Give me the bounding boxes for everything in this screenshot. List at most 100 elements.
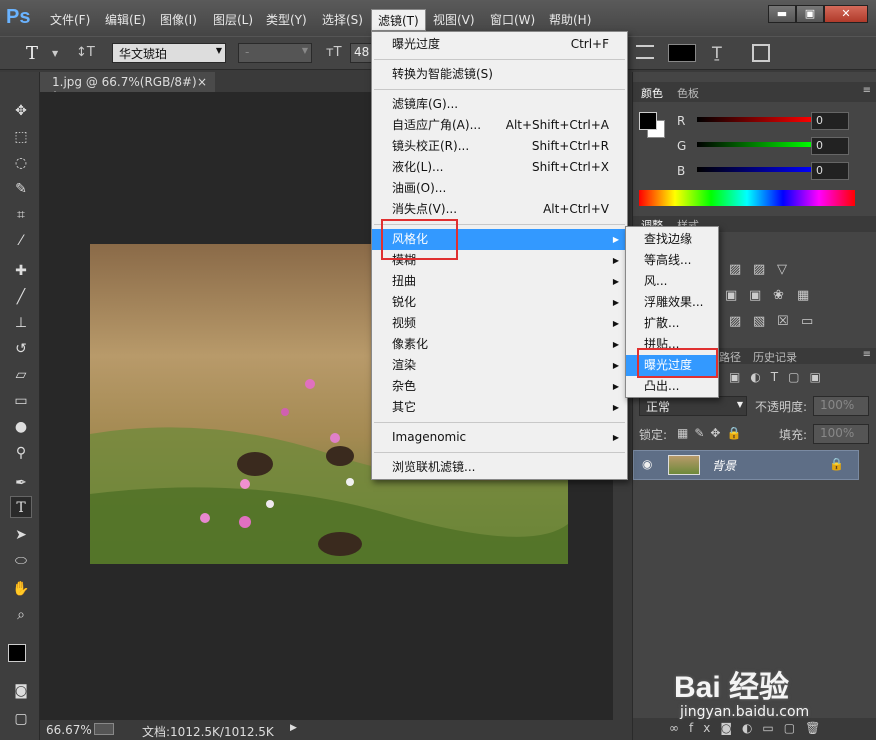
foreground-color-swatch[interactable] xyxy=(8,644,26,662)
move-tool-icon[interactable]: ✥ xyxy=(10,100,32,122)
filter-menu-item[interactable]: 像素化 ▶ xyxy=(372,334,627,355)
status-info-icon[interactable] xyxy=(94,723,114,735)
fill-input[interactable]: 100% xyxy=(813,424,869,444)
tab-color[interactable]: 颜色 xyxy=(641,85,663,101)
filter-menu-item[interactable]: 镜头校正(R)... Shift+Ctrl+R xyxy=(372,136,627,157)
character-panel-icon[interactable] xyxy=(752,44,770,62)
blur-tool-icon[interactable]: ● xyxy=(10,416,32,438)
font-style-select[interactable]: - ▼ xyxy=(238,43,312,63)
brush-tool-icon[interactable]: ╱ xyxy=(10,286,32,308)
slider-red[interactable]: R 0 xyxy=(641,112,873,134)
color-spectrum-ramp[interactable] xyxy=(639,190,855,206)
ellipse-tool-icon[interactable]: ⬭ xyxy=(10,550,32,572)
quick-select-tool-icon[interactable]: ✎ xyxy=(10,178,32,200)
filter-menu-item[interactable]: 液化(L)... Shift+Ctrl+X xyxy=(372,157,627,178)
slider-blue[interactable]: B 0 xyxy=(641,162,873,184)
menu-type[interactable]: 类型(Y) xyxy=(266,11,307,28)
blend-mode-select[interactable]: 正常 ▼ xyxy=(639,396,747,416)
layers-footer-icons[interactable]: ∞fx◙◐▭▢🗑 xyxy=(633,718,876,740)
levels-icon[interactable]: ▨ xyxy=(729,262,741,277)
channel-mixer-icon[interactable]: ❀ xyxy=(773,288,784,303)
healing-brush-tool-icon[interactable]: ✚ xyxy=(10,260,32,282)
layer-filter-icons[interactable]: ▣◐T▢▣ xyxy=(729,370,869,386)
invert-icon[interactable]: ▨ xyxy=(729,314,741,329)
color-balance-icon[interactable]: ▣ xyxy=(725,288,737,303)
color-lookup-icon[interactable]: ▦ xyxy=(797,288,809,303)
menu-window[interactable]: 窗口(W) xyxy=(490,11,535,28)
menu-select[interactable]: 选择(S) xyxy=(322,11,363,28)
tab-swatches[interactable]: 色板 xyxy=(677,85,699,101)
gradient-tool-icon[interactable]: ▭ xyxy=(10,390,32,412)
screen-mode-icon[interactable]: ▢ xyxy=(10,708,32,730)
eyedropper-tool-icon[interactable]: ⁄ xyxy=(10,230,32,252)
filter-menu-item[interactable]: 曝光过度 Ctrl+F xyxy=(372,34,627,55)
tab-paths[interactable]: 路径 xyxy=(719,349,741,365)
layer-name[interactable]: 背景 xyxy=(712,457,736,474)
align-icon[interactable] xyxy=(636,45,654,59)
close-tab-icon[interactable]: × xyxy=(197,75,207,89)
menu-file[interactable]: 文件(F) xyxy=(50,11,90,28)
filter-menu-item[interactable]: 油画(O)... xyxy=(372,178,627,199)
menu-image[interactable]: 图像(I) xyxy=(160,11,197,28)
curves-icon[interactable]: ▨ xyxy=(753,262,765,277)
type-tool-icon[interactable]: T xyxy=(26,43,38,64)
red-gradient[interactable] xyxy=(697,117,813,122)
marquee-tool-icon[interactable]: ⬚ xyxy=(10,126,32,148)
blue-gradient[interactable] xyxy=(697,167,813,172)
exposure-icon[interactable]: ▽ xyxy=(777,262,787,277)
warp-text-icon[interactable]: Ṯ xyxy=(712,43,722,62)
menu-filter[interactable]: 滤镜(T) xyxy=(371,9,426,31)
crop-tool-icon[interactable]: ⌗ xyxy=(10,204,32,226)
path-select-tool-icon[interactable]: ➤ xyxy=(10,524,32,546)
tab-history[interactable]: 历史记录 xyxy=(753,349,797,365)
filter-menu-item[interactable]: Imagenomic ▶ xyxy=(372,427,627,448)
status-arrow-icon[interactable]: ▶ xyxy=(290,723,297,733)
pen-tool-icon[interactable]: ✒ xyxy=(10,472,32,494)
filter-menu-item[interactable]: 锐化 ▶ xyxy=(372,292,627,313)
font-size-input[interactable]: 48 xyxy=(350,43,372,63)
stylize-menu-item[interactable]: 查找边缘 xyxy=(626,229,718,250)
filter-menu-item[interactable]: 视频 ▶ xyxy=(372,313,627,334)
hand-tool-icon[interactable]: ✋ xyxy=(10,578,32,600)
lasso-tool-icon[interactable]: ◌ xyxy=(10,152,32,174)
filter-menu-item[interactable]: 渲染 ▶ xyxy=(372,355,627,376)
opacity-input[interactable]: 100% xyxy=(813,396,869,416)
document-tab[interactable]: 1.jpg @ 66.7%(RGB/8#) * × xyxy=(40,72,215,103)
zoom-tool-icon[interactable]: ⌕ xyxy=(10,604,32,626)
stylize-menu-item[interactable]: 凸出... xyxy=(626,376,718,397)
filter-menu-item[interactable]: 消失点(V)... Alt+Ctrl+V xyxy=(372,199,627,220)
eraser-tool-icon[interactable]: ▱ xyxy=(10,364,32,386)
panel-menu-icon[interactable]: ≡ xyxy=(863,349,871,360)
stylize-menu-item[interactable]: 等高线... xyxy=(626,250,718,271)
history-brush-tool-icon[interactable]: ↺ xyxy=(10,338,32,360)
gradient-map-icon[interactable]: ▭ xyxy=(801,314,813,329)
menu-view[interactable]: 视图(V) xyxy=(433,11,475,28)
close-button[interactable]: ✕ xyxy=(824,5,868,23)
dodge-tool-icon[interactable]: ⚲ xyxy=(10,442,32,464)
maximize-button[interactable]: ▣ xyxy=(796,5,824,23)
menu-edit[interactable]: 编辑(E) xyxy=(105,11,146,28)
zoom-level[interactable]: 66.67% xyxy=(46,723,92,737)
selective-color-icon[interactable]: ☒ xyxy=(777,314,789,329)
quick-mask-icon[interactable]: ◙ xyxy=(10,680,32,702)
green-gradient[interactable] xyxy=(697,142,813,147)
green-value[interactable]: 0 xyxy=(811,137,849,155)
filter-menu-item[interactable]: 转换为智能滤镜(S) xyxy=(372,64,627,85)
type-tool-button[interactable]: T xyxy=(10,496,32,518)
text-color-swatch[interactable] xyxy=(668,44,696,62)
blue-value[interactable]: 0 xyxy=(811,162,849,180)
filter-menu-item[interactable]: 自适应广角(A)... Alt+Shift+Ctrl+A xyxy=(372,115,627,136)
text-orientation-icon[interactable]: ↕T xyxy=(76,45,95,60)
menu-layer[interactable]: 图层(L) xyxy=(213,11,253,28)
filter-menu-item[interactable]: 浏览联机滤镜... xyxy=(372,457,627,478)
threshold-icon[interactable]: ▧ xyxy=(753,314,765,329)
filter-menu-item[interactable]: 滤镜库(G)... xyxy=(372,94,627,115)
filter-menu-item[interactable]: 扭曲 ▶ xyxy=(372,271,627,292)
stylize-menu-item[interactable]: 扩散... xyxy=(626,313,718,334)
lock-icons[interactable]: ▦✎✥🔒 xyxy=(677,426,747,440)
font-family-select[interactable]: 华文琥珀 ▼ xyxy=(112,43,226,63)
filter-menu-item[interactable]: 其它 ▶ xyxy=(372,397,627,418)
bw-icon[interactable]: ▣ xyxy=(749,288,761,303)
clone-stamp-tool-icon[interactable]: ⊥ xyxy=(10,312,32,334)
stylize-menu-item[interactable]: 风... xyxy=(626,271,718,292)
